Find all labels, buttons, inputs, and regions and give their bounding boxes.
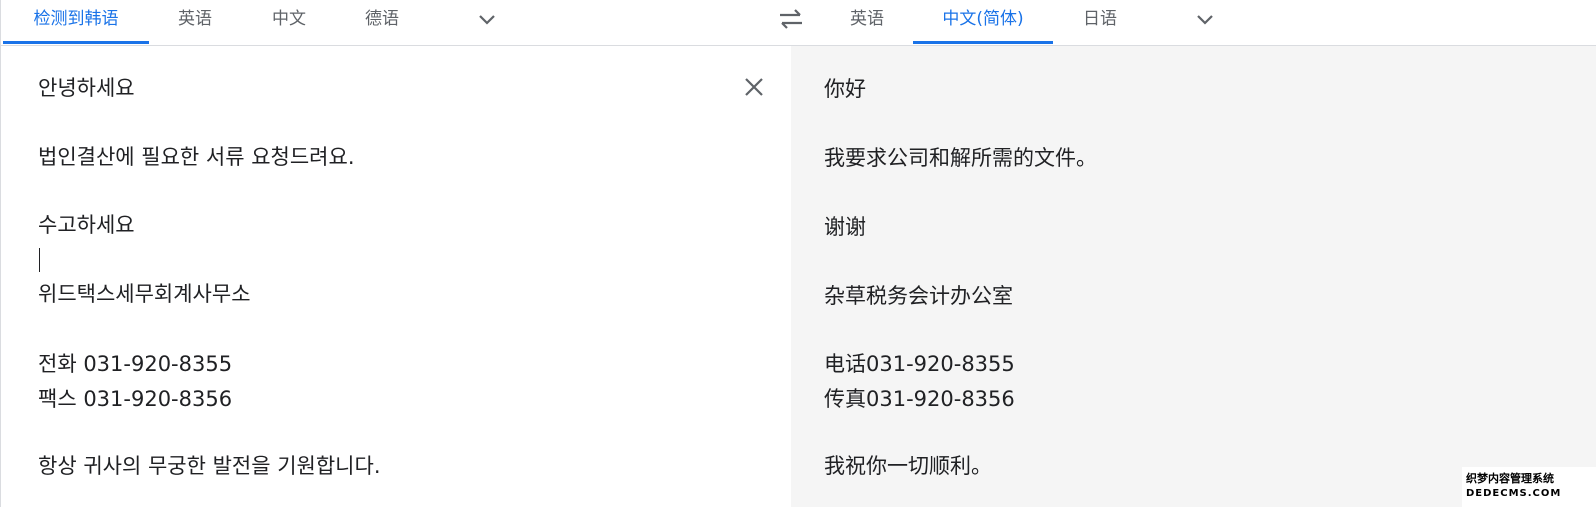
source-text-panel[interactable]: 안녕하세요 법인결산에 필요한 서류 요청드려요. 수고하세요 위드택스세무회계…	[1, 46, 789, 507]
watermark-line2: DEDECMS.COM	[1466, 488, 1562, 499]
chevron-down-icon[interactable]	[1193, 8, 1217, 32]
tab-target-japanese[interactable]: 日语	[1064, 0, 1136, 44]
tab-target-english[interactable]: 英语	[831, 0, 903, 44]
watermark-logo: 织梦内容管理系统 DEDECMS.COM	[1462, 467, 1596, 507]
tab-source-german[interactable]: 德语	[346, 0, 418, 44]
source-line: 안녕하세요	[38, 76, 135, 100]
translation-line: 电话031-920-8355	[824, 352, 1015, 376]
tab-source-english[interactable]: 英语	[159, 0, 231, 44]
translate-window: 检测到韩语 英语 中文 德语 英语 中文(简体) 日语 안녕하세요 법인결산에 …	[0, 0, 1596, 507]
tab-detected-korean[interactable]: 检测到韩语	[3, 0, 149, 44]
source-line: 전화 031-920-8355	[38, 352, 233, 376]
source-line: 법인결산에 필요한 서류 요청드려요.	[38, 145, 355, 169]
translation-line: 我祝你一切顺利。	[824, 454, 992, 478]
tab-target-chinese-simplified[interactable]: 中文(简体)	[913, 0, 1053, 44]
translation-line: 谢谢	[824, 215, 866, 239]
chevron-down-icon[interactable]	[475, 8, 499, 32]
close-icon[interactable]	[743, 76, 765, 98]
translation-line: 杂草税务会计办公室	[824, 284, 1013, 308]
translation-line: 传真031-920-8356	[824, 387, 1015, 411]
source-line: 팩스 031-920-8356	[38, 387, 233, 411]
language-bar: 检测到韩语 英语 中文 德语 英语 中文(简体) 日语	[1, 0, 1596, 46]
translation-output-panel: 你好 我要求公司和解所需的文件。 谢谢 杂草税务会计办公室 电话031-920-…	[791, 46, 1596, 507]
source-line: 항상 귀사의 무궁한 발전을 기원합니다.	[38, 454, 381, 478]
text-cursor	[39, 248, 40, 272]
watermark-line1: 织梦内容管理系统	[1466, 472, 1554, 485]
source-line: 위드택스세무회계사무소	[38, 282, 251, 306]
swap-arrows-icon[interactable]	[776, 6, 806, 32]
translation-line: 你好	[824, 77, 866, 101]
source-line: 수고하세요	[38, 213, 135, 237]
tab-source-chinese[interactable]: 中文	[253, 0, 325, 44]
translation-line: 我要求公司和解所需的文件。	[824, 146, 1097, 170]
